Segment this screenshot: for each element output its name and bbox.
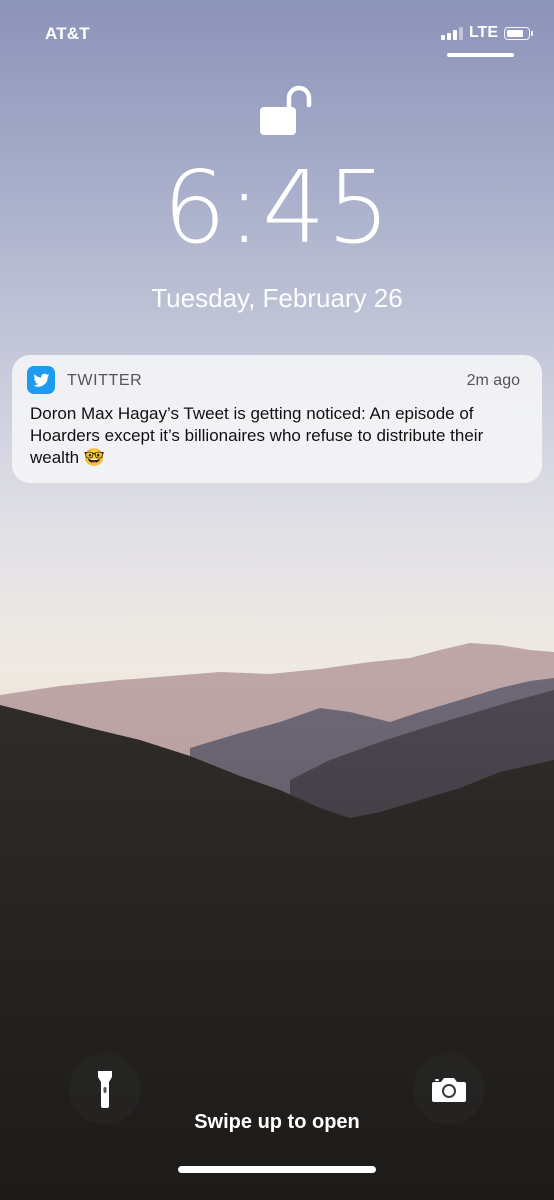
- flashlight-icon: [98, 1071, 112, 1108]
- unlocked-padlock-icon: [257, 80, 317, 140]
- signal-strength-icon: [440, 26, 463, 40]
- lock-screen-date: Tuesday, February 26: [151, 283, 403, 313]
- swipe-up-hint: Swipe up to open: [194, 1111, 360, 1133]
- notification-timestamp: 2m ago: [466, 372, 520, 389]
- twitter-bird-icon: [27, 366, 55, 394]
- camera-icon: [432, 1078, 466, 1102]
- network-type: LTE: [468, 24, 498, 41]
- carrier-name: AT&T: [45, 24, 90, 43]
- lock-screen-time: 6:45: [162, 149, 392, 266]
- notification-message: Doron Max Hagay’s Tweet is getting notic…: [30, 404, 484, 467]
- twitter-notification[interactable]: TWITTER 2m ago Doron Max Hagay’s Tweet i…: [12, 355, 542, 483]
- control-center-indicator[interactable]: [447, 53, 514, 57]
- battery-icon: [504, 26, 533, 40]
- home-indicator[interactable]: [178, 1166, 376, 1173]
- battery-level-fill: [507, 29, 523, 37]
- notification-app-name: TWITTER: [67, 372, 143, 389]
- status-indicators: LTE: [440, 24, 533, 42]
